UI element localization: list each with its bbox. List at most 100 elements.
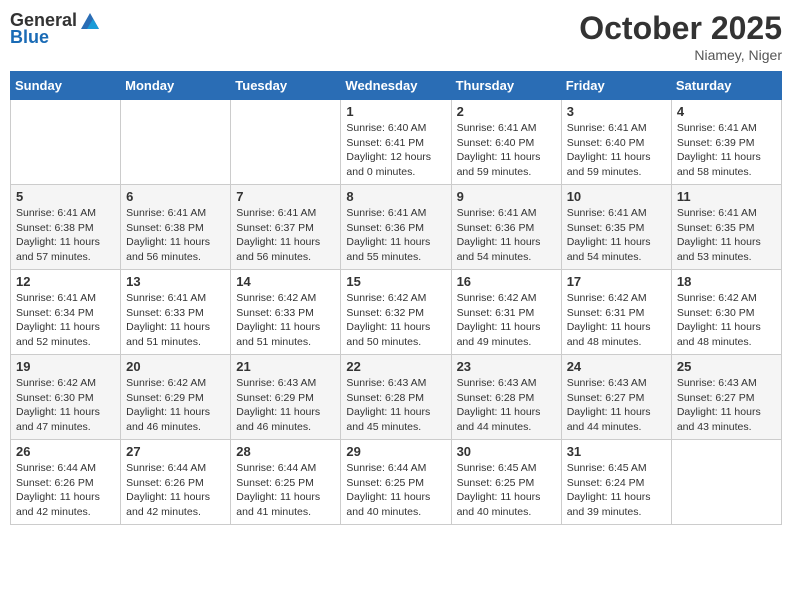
cell-sun-info: Sunrise: 6:41 AMSunset: 6:35 PMDaylight:… <box>567 206 666 265</box>
cell-sun-info: Sunrise: 6:45 AMSunset: 6:25 PMDaylight:… <box>457 461 556 520</box>
cell-day-number: 26 <box>16 444 115 459</box>
calendar-cell: 7 Sunrise: 6:41 AMSunset: 6:37 PMDaylight… <box>231 185 341 270</box>
cell-day-number: 13 <box>126 274 225 289</box>
cell-day-number: 6 <box>126 189 225 204</box>
calendar-cell: 13 Sunrise: 6:41 AMSunset: 6:33 PMDayligh… <box>121 270 231 355</box>
cell-sun-info: Sunrise: 6:41 AMSunset: 6:36 PMDaylight:… <box>346 206 445 265</box>
calendar-cell: 27 Sunrise: 6:44 AMSunset: 6:26 PMDayligh… <box>121 440 231 525</box>
cell-sun-info: Sunrise: 6:41 AMSunset: 6:36 PMDaylight:… <box>457 206 556 265</box>
calendar-cell: 20Sunrise: 6:42 AMSunset: 6:29 PMDayligh… <box>121 355 231 440</box>
logo-blue: Blue <box>10 27 49 48</box>
cell-sun-info: Sunrise: 6:43 AMSunset: 6:28 PMDaylight:… <box>457 376 556 435</box>
cell-sun-info: Sunrise: 6:42 AMSunset: 6:31 PMDaylight:… <box>567 291 666 350</box>
cell-sun-info: Sunrise: 6:43 AMSunset: 6:27 PMDaylight:… <box>567 376 666 435</box>
cell-sun-info: Sunrise: 6:41 AMSunset: 6:37 PMDaylight:… <box>236 206 335 265</box>
calendar-cell: 28 Sunrise: 6:44 AMSunset: 6:25 PMDayligh… <box>231 440 341 525</box>
cell-day-number: 16 <box>457 274 556 289</box>
cell-day-number: 14 <box>236 274 335 289</box>
calendar-cell: 6 Sunrise: 6:41 AMSunset: 6:38 PMDaylight… <box>121 185 231 270</box>
calendar-cell: 15 Sunrise: 6:42 AMSunset: 6:32 PMDayligh… <box>341 270 451 355</box>
cell-sun-info: Sunrise: 6:41 AMSunset: 6:38 PMDaylight:… <box>126 206 225 265</box>
calendar-cell: 10 Sunrise: 6:41 AMSunset: 6:35 PMDayligh… <box>561 185 671 270</box>
calendar-cell: 19Sunrise: 6:42 AMSunset: 6:30 PMDayligh… <box>11 355 121 440</box>
cell-day-number: 21 <box>236 359 335 374</box>
cell-sun-info: Sunrise: 6:41 AMSunset: 6:33 PMDaylight:… <box>126 291 225 350</box>
calendar-cell: 12Sunrise: 6:41 AMSunset: 6:34 PMDayligh… <box>11 270 121 355</box>
calendar-cell: 14 Sunrise: 6:42 AMSunset: 6:33 PMDayligh… <box>231 270 341 355</box>
cell-day-number: 8 <box>346 189 445 204</box>
calendar-cell: 22Sunrise: 6:43 AMSunset: 6:28 PMDayligh… <box>341 355 451 440</box>
cell-sun-info: Sunrise: 6:41 AMSunset: 6:40 PMDaylight:… <box>457 121 556 180</box>
cell-day-number: 28 <box>236 444 335 459</box>
calendar-cell: 21 Sunrise: 6:43 AMSunset: 6:29 PMDayligh… <box>231 355 341 440</box>
header-friday: Friday <box>561 72 671 100</box>
cell-day-number: 5 <box>16 189 115 204</box>
cell-day-number: 18 <box>677 274 776 289</box>
calendar-cell: 3 Sunrise: 6:41 AMSunset: 6:40 PMDaylight… <box>561 100 671 185</box>
cell-day-number: 10 <box>567 189 666 204</box>
calendar-week-row: 19Sunrise: 6:42 AMSunset: 6:30 PMDayligh… <box>11 355 782 440</box>
calendar-header-row: SundayMondayTuesdayWednesdayThursdayFrid… <box>11 72 782 100</box>
cell-sun-info: Sunrise: 6:40 AMSunset: 6:41 PMDaylight:… <box>346 121 445 180</box>
cell-day-number: 20 <box>126 359 225 374</box>
cell-sun-info: Sunrise: 6:41 AMSunset: 6:34 PMDaylight:… <box>16 291 115 350</box>
cell-sun-info: Sunrise: 6:44 AMSunset: 6:25 PMDaylight:… <box>346 461 445 520</box>
header-thursday: Thursday <box>451 72 561 100</box>
cell-day-number: 1 <box>346 104 445 119</box>
cell-day-number: 23 <box>457 359 556 374</box>
page-header: General Blue October 2025 Niamey, Niger <box>10 10 782 63</box>
calendar-cell: 25Sunrise: 6:43 AMSunset: 6:27 PMDayligh… <box>671 355 781 440</box>
calendar-cell: 26 Sunrise: 6:44 AMSunset: 6:26 PMDayligh… <box>11 440 121 525</box>
cell-day-number: 2 <box>457 104 556 119</box>
cell-sun-info: Sunrise: 6:42 AMSunset: 6:31 PMDaylight:… <box>457 291 556 350</box>
calendar-cell: 29 Sunrise: 6:44 AMSunset: 6:25 PMDayligh… <box>341 440 451 525</box>
title-area: October 2025 Niamey, Niger <box>579 10 782 63</box>
cell-day-number: 29 <box>346 444 445 459</box>
calendar-cell: 8 Sunrise: 6:41 AMSunset: 6:36 PMDaylight… <box>341 185 451 270</box>
cell-day-number: 22 <box>346 359 445 374</box>
cell-sun-info: Sunrise: 6:41 AMSunset: 6:40 PMDaylight:… <box>567 121 666 180</box>
cell-sun-info: Sunrise: 6:41 AMSunset: 6:39 PMDaylight:… <box>677 121 776 180</box>
cell-day-number: 11 <box>677 189 776 204</box>
month-title: October 2025 <box>579 10 782 47</box>
cell-sun-info: Sunrise: 6:43 AMSunset: 6:27 PMDaylight:… <box>677 376 776 435</box>
header-wednesday: Wednesday <box>341 72 451 100</box>
calendar-table: SundayMondayTuesdayWednesdayThursdayFrid… <box>10 71 782 525</box>
cell-sun-info: Sunrise: 6:42 AMSunset: 6:33 PMDaylight:… <box>236 291 335 350</box>
cell-day-number: 9 <box>457 189 556 204</box>
calendar-cell: 1 Sunrise: 6:40 AMSunset: 6:41 PMDaylight… <box>341 100 451 185</box>
cell-sun-info: Sunrise: 6:45 AMSunset: 6:24 PMDaylight:… <box>567 461 666 520</box>
cell-sun-info: Sunrise: 6:44 AMSunset: 6:25 PMDaylight:… <box>236 461 335 520</box>
cell-day-number: 31 <box>567 444 666 459</box>
cell-day-number: 3 <box>567 104 666 119</box>
calendar-cell: 24Sunrise: 6:43 AMSunset: 6:27 PMDayligh… <box>561 355 671 440</box>
calendar-cell: 4 Sunrise: 6:41 AMSunset: 6:39 PMDaylight… <box>671 100 781 185</box>
cell-day-number: 15 <box>346 274 445 289</box>
calendar-cell: 5 Sunrise: 6:41 AMSunset: 6:38 PMDaylight… <box>11 185 121 270</box>
calendar-cell: 11 Sunrise: 6:41 AMSunset: 6:35 PMDayligh… <box>671 185 781 270</box>
cell-sun-info: Sunrise: 6:42 AMSunset: 6:32 PMDaylight:… <box>346 291 445 350</box>
cell-sun-info: Sunrise: 6:43 AMSunset: 6:29 PMDaylight:… <box>236 376 335 435</box>
calendar-cell: 17Sunrise: 6:42 AMSunset: 6:31 PMDayligh… <box>561 270 671 355</box>
cell-sun-info: Sunrise: 6:41 AMSunset: 6:35 PMDaylight:… <box>677 206 776 265</box>
header-monday: Monday <box>121 72 231 100</box>
calendar-week-row: 12Sunrise: 6:41 AMSunset: 6:34 PMDayligh… <box>11 270 782 355</box>
cell-sun-info: Sunrise: 6:44 AMSunset: 6:26 PMDaylight:… <box>126 461 225 520</box>
cell-sun-info: Sunrise: 6:42 AMSunset: 6:30 PMDaylight:… <box>677 291 776 350</box>
cell-day-number: 27 <box>126 444 225 459</box>
cell-day-number: 7 <box>236 189 335 204</box>
logo: General Blue <box>10 10 101 48</box>
cell-sun-info: Sunrise: 6:41 AMSunset: 6:38 PMDaylight:… <box>16 206 115 265</box>
calendar-week-row: 5 Sunrise: 6:41 AMSunset: 6:38 PMDaylight… <box>11 185 782 270</box>
calendar-cell: 30Sunrise: 6:45 AMSunset: 6:25 PMDayligh… <box>451 440 561 525</box>
calendar-cell <box>121 100 231 185</box>
location: Niamey, Niger <box>579 47 782 63</box>
cell-sun-info: Sunrise: 6:44 AMSunset: 6:26 PMDaylight:… <box>16 461 115 520</box>
calendar-cell: 9 Sunrise: 6:41 AMSunset: 6:36 PMDaylight… <box>451 185 561 270</box>
calendar-cell: 18 Sunrise: 6:42 AMSunset: 6:30 PMDayligh… <box>671 270 781 355</box>
calendar-cell: 2 Sunrise: 6:41 AMSunset: 6:40 PMDaylight… <box>451 100 561 185</box>
header-sunday: Sunday <box>11 72 121 100</box>
calendar-cell <box>11 100 121 185</box>
header-tuesday: Tuesday <box>231 72 341 100</box>
cell-day-number: 4 <box>677 104 776 119</box>
